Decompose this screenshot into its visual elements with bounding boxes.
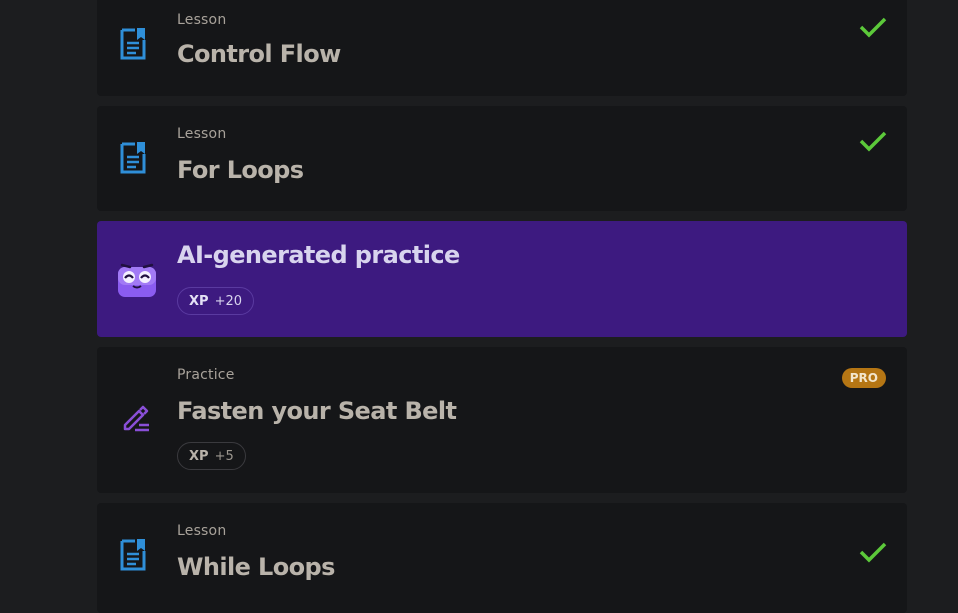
item-title: AI-generated practice [177,241,460,269]
lesson-document-icon [119,537,149,575]
completed-check-icon [859,130,887,156]
pro-badge: PRO [841,368,886,388]
lesson-document-icon [119,26,149,64]
lesson-card-while-loops[interactable]: Lesson While Loops [97,503,907,613]
xp-value: +20 [214,293,242,309]
completed-check-icon [859,541,887,567]
completed-check-icon [859,16,887,42]
ai-mascot-icon [116,261,158,303]
practice-pencil-icon [121,403,151,437]
lesson-document-icon [119,140,149,178]
xp-reward-pill: XP +20 [177,287,254,315]
ai-practice-card[interactable]: AI-generated practice XP +20 [97,221,907,337]
lesson-card-control-flow[interactable]: Lesson Control Flow [97,0,907,96]
xp-label: XP [189,293,209,309]
item-title: For Loops [177,156,304,184]
item-title: Fasten your Seat Belt [177,397,457,425]
xp-reward-pill: XP +5 [177,442,246,470]
item-title: While Loops [177,553,335,581]
lesson-card-for-loops[interactable]: Lesson For Loops [97,106,907,211]
practice-card-fasten-your-seat-belt[interactable]: Practice Fasten your Seat Belt XP +5 PRO [97,347,907,493]
item-kind-label: Lesson [177,126,227,142]
xp-value: +5 [214,448,234,464]
item-kind-label: Practice [177,367,235,383]
item-kind-label: Lesson [177,12,227,28]
item-kind-label: Lesson [177,523,227,539]
xp-label: XP [189,448,209,464]
item-title: Control Flow [177,40,341,68]
